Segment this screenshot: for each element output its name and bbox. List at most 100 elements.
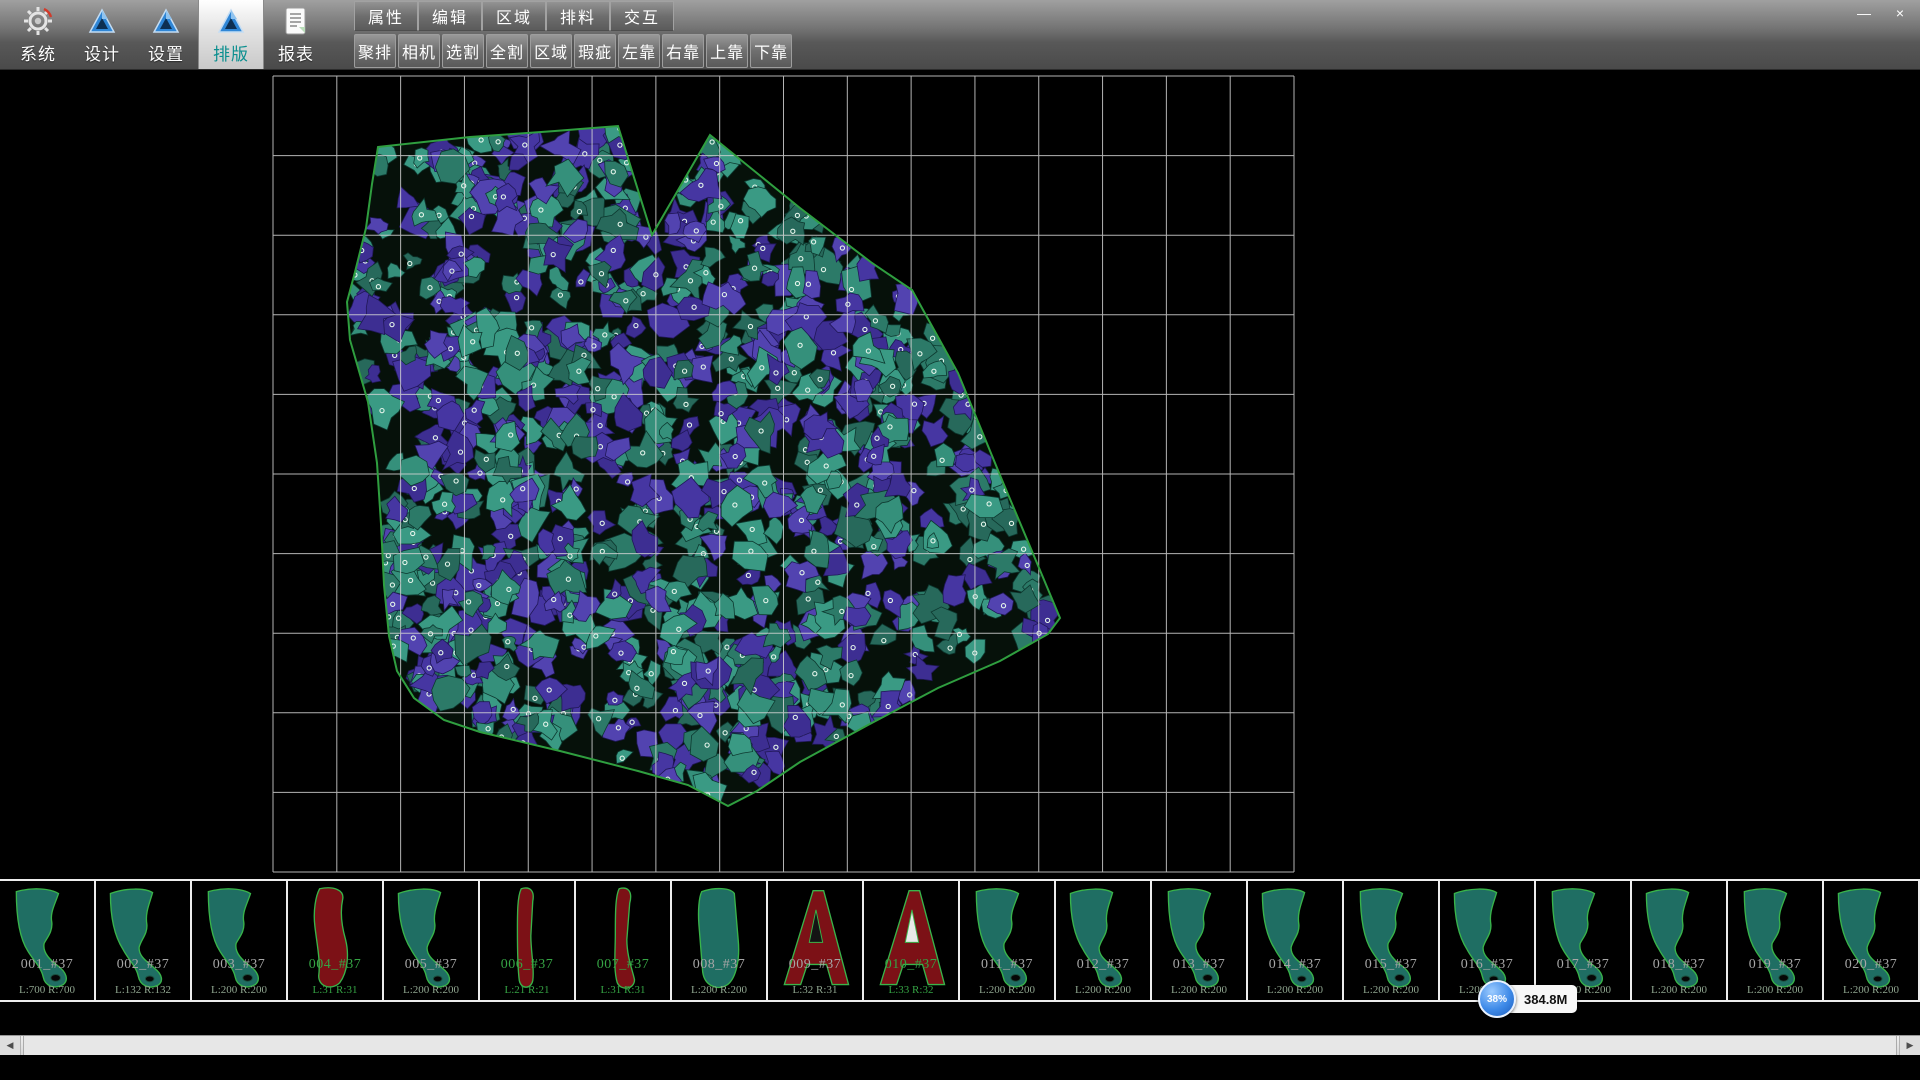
part-lr-count: L:200 R:200	[960, 984, 1054, 996]
part-thumbnail-018_#37[interactable]: 018_#37L:200 R:200	[1632, 881, 1728, 1000]
memory-label: 384.8M	[1524, 992, 1567, 1007]
main-toolbar: 系统设计设置排版报表 属性编辑区域排料交互 聚排相机选割全割区域瑕疵左靠右靠上靠…	[0, 0, 1920, 70]
close-button[interactable]: ×	[1888, 4, 1912, 22]
part-thumbnail-017_#37[interactable]: 017_#37L:200 R:200	[1536, 881, 1632, 1000]
part-id: 001_#37	[0, 957, 94, 973]
app-button-label: 设置	[148, 40, 184, 65]
scrollbar-track[interactable]	[21, 1036, 1899, 1055]
tool-buttons: 聚排相机选割全割区域瑕疵左靠右靠上靠下靠	[354, 31, 792, 68]
part-thumbnail-001_#37[interactable]: 001_#37L:700 R:700	[0, 881, 96, 1000]
tool-button-下靠[interactable]: 下靠	[750, 34, 792, 68]
part-id: 003_#37	[192, 957, 286, 973]
design-icon	[86, 5, 118, 37]
part-shape-icon	[673, 882, 765, 999]
part-lr-count: L:132 R:132	[96, 984, 190, 996]
tool-button-选割[interactable]: 选割	[442, 34, 484, 68]
part-thumbnail-006_#37[interactable]: 006_#37L:21 R:21	[480, 881, 576, 1000]
part-lr-count: L:200 R:200	[1056, 984, 1150, 996]
scroll-right-arrow[interactable]: ▶	[1899, 1036, 1920, 1055]
part-lr-count: L:200 R:200	[1248, 984, 1342, 996]
part-shape-icon	[1057, 882, 1149, 999]
tool-button-全割[interactable]: 全割	[486, 34, 528, 68]
part-id: 008_#37	[672, 957, 766, 973]
scroll-left-arrow[interactable]: ◀	[0, 1036, 21, 1055]
part-thumbnail-010_#37[interactable]: 010_#37L:33 R:32	[864, 881, 960, 1000]
minimize-button[interactable]: —	[1852, 4, 1876, 22]
part-shape-icon	[481, 882, 573, 999]
menu-area: 属性编辑区域排料交互 聚排相机选割全割区域瑕疵左靠右靠上靠下靠	[354, 0, 792, 69]
menu-tabs: 属性编辑区域排料交互	[354, 1, 792, 31]
tool-button-瑕疵[interactable]: 瑕疵	[574, 34, 616, 68]
part-thumbnail-019_#37[interactable]: 019_#37L:200 R:200	[1728, 881, 1824, 1000]
nesting-svg[interactable]	[0, 70, 1920, 879]
part-shape-icon	[289, 882, 381, 999]
part-id: 017_#37	[1536, 957, 1630, 973]
part-thumbnail-014_#37[interactable]: 014_#37L:200 R:200	[1248, 881, 1344, 1000]
part-shape-icon	[1249, 882, 1341, 999]
part-shape-icon	[865, 882, 957, 999]
part-thumbnail-015_#37[interactable]: 015_#37L:200 R:200	[1344, 881, 1440, 1000]
part-shape-icon	[769, 882, 861, 999]
part-lr-count: L:32 R:31	[768, 984, 862, 996]
progress-percent: 38%	[1487, 994, 1507, 1005]
horizontal-scrollbar[interactable]: ◀ ▶	[0, 1035, 1920, 1055]
tool-button-左靠[interactable]: 左靠	[618, 34, 660, 68]
tool-button-聚排[interactable]: 聚排	[354, 34, 396, 68]
app-button-设置[interactable]: 设置	[134, 0, 198, 69]
part-shape-icon	[1825, 882, 1917, 999]
part-id: 019_#37	[1728, 957, 1822, 973]
design-icon	[150, 5, 182, 37]
part-shape-icon	[577, 882, 669, 999]
part-thumbnail-004_#37[interactable]: 004_#37L:31 R:31	[288, 881, 384, 1000]
part-thumbnail-007_#37[interactable]: 007_#37L:31 R:31	[576, 881, 672, 1000]
part-shape-icon	[97, 882, 189, 999]
app-button-label: 设计	[84, 40, 120, 65]
part-id: 013_#37	[1152, 957, 1246, 973]
part-shape-icon	[1345, 882, 1437, 999]
app-button-排版[interactable]: 排版	[198, 0, 264, 69]
report-icon	[280, 5, 312, 37]
part-id: 004_#37	[288, 957, 382, 973]
part-thumbnail-011_#37[interactable]: 011_#37L:200 R:200	[960, 881, 1056, 1000]
part-thumbnail-003_#37[interactable]: 003_#37L:200 R:200	[192, 881, 288, 1000]
part-shape-icon	[1729, 882, 1821, 999]
part-thumbnail-012_#37[interactable]: 012_#37L:200 R:200	[1056, 881, 1152, 1000]
part-lr-count: L:200 R:200	[1824, 984, 1918, 996]
tool-button-上靠[interactable]: 上靠	[706, 34, 748, 68]
part-lr-count: L:200 R:200	[1152, 984, 1246, 996]
part-id: 016_#37	[1440, 957, 1534, 973]
menu-tab-区域[interactable]: 区域	[482, 1, 546, 31]
menu-tab-排料[interactable]: 排料	[546, 1, 610, 31]
part-id: 018_#37	[1632, 957, 1726, 973]
design-icon	[215, 5, 247, 37]
part-shape-icon	[193, 882, 285, 999]
part-id: 009_#37	[768, 957, 862, 973]
part-shape-icon	[385, 882, 477, 999]
app-button-系统[interactable]: 系统	[6, 0, 70, 69]
tool-button-右靠[interactable]: 右靠	[662, 34, 704, 68]
part-thumbnail-005_#37[interactable]: 005_#37L:200 R:200	[384, 881, 480, 1000]
bottom-padding	[0, 1055, 1920, 1080]
part-thumbnail-013_#37[interactable]: 013_#37 L:200 R:200	[1152, 881, 1248, 1000]
menu-tab-交互[interactable]: 交互	[610, 1, 674, 31]
app-button-label: 报表	[278, 40, 314, 65]
scrollbar-thumb[interactable]	[23, 1036, 1897, 1055]
app-button-设计[interactable]: 设计	[70, 0, 134, 69]
menu-tab-编辑[interactable]: 编辑	[418, 1, 482, 31]
tool-button-相机[interactable]: 相机	[398, 34, 440, 68]
part-lr-count: L:33 R:32	[864, 984, 958, 996]
part-thumbnail-009_#37[interactable]: 009_#37 L:32 R:31	[768, 881, 864, 1000]
part-id: 006_#37	[480, 957, 574, 973]
part-thumbnail-008_#37[interactable]: 008_#37L:200 R:200	[672, 881, 768, 1000]
menu-tab-属性[interactable]: 属性	[354, 1, 418, 31]
tool-button-区域[interactable]: 区域	[530, 34, 572, 68]
part-thumbnail-020_#37[interactable]: 020_#37L:200 R:200	[1824, 881, 1920, 1000]
part-thumbnail-002_#37[interactable]: 002_#37L:132 R:132	[96, 881, 192, 1000]
part-shape-icon	[961, 882, 1053, 999]
bottom-gap	[0, 1002, 1920, 1035]
application-window: 系统设计设置排版报表 属性编辑区域排料交互 聚排相机选割全割区域瑕疵左靠右靠上靠…	[0, 0, 1920, 1080]
part-lr-count: L:200 R:200	[384, 984, 478, 996]
nesting-canvas[interactable]	[0, 70, 1920, 879]
app-button-报表[interactable]: 报表	[264, 0, 328, 69]
part-lr-count: L:31 R:31	[576, 984, 670, 996]
